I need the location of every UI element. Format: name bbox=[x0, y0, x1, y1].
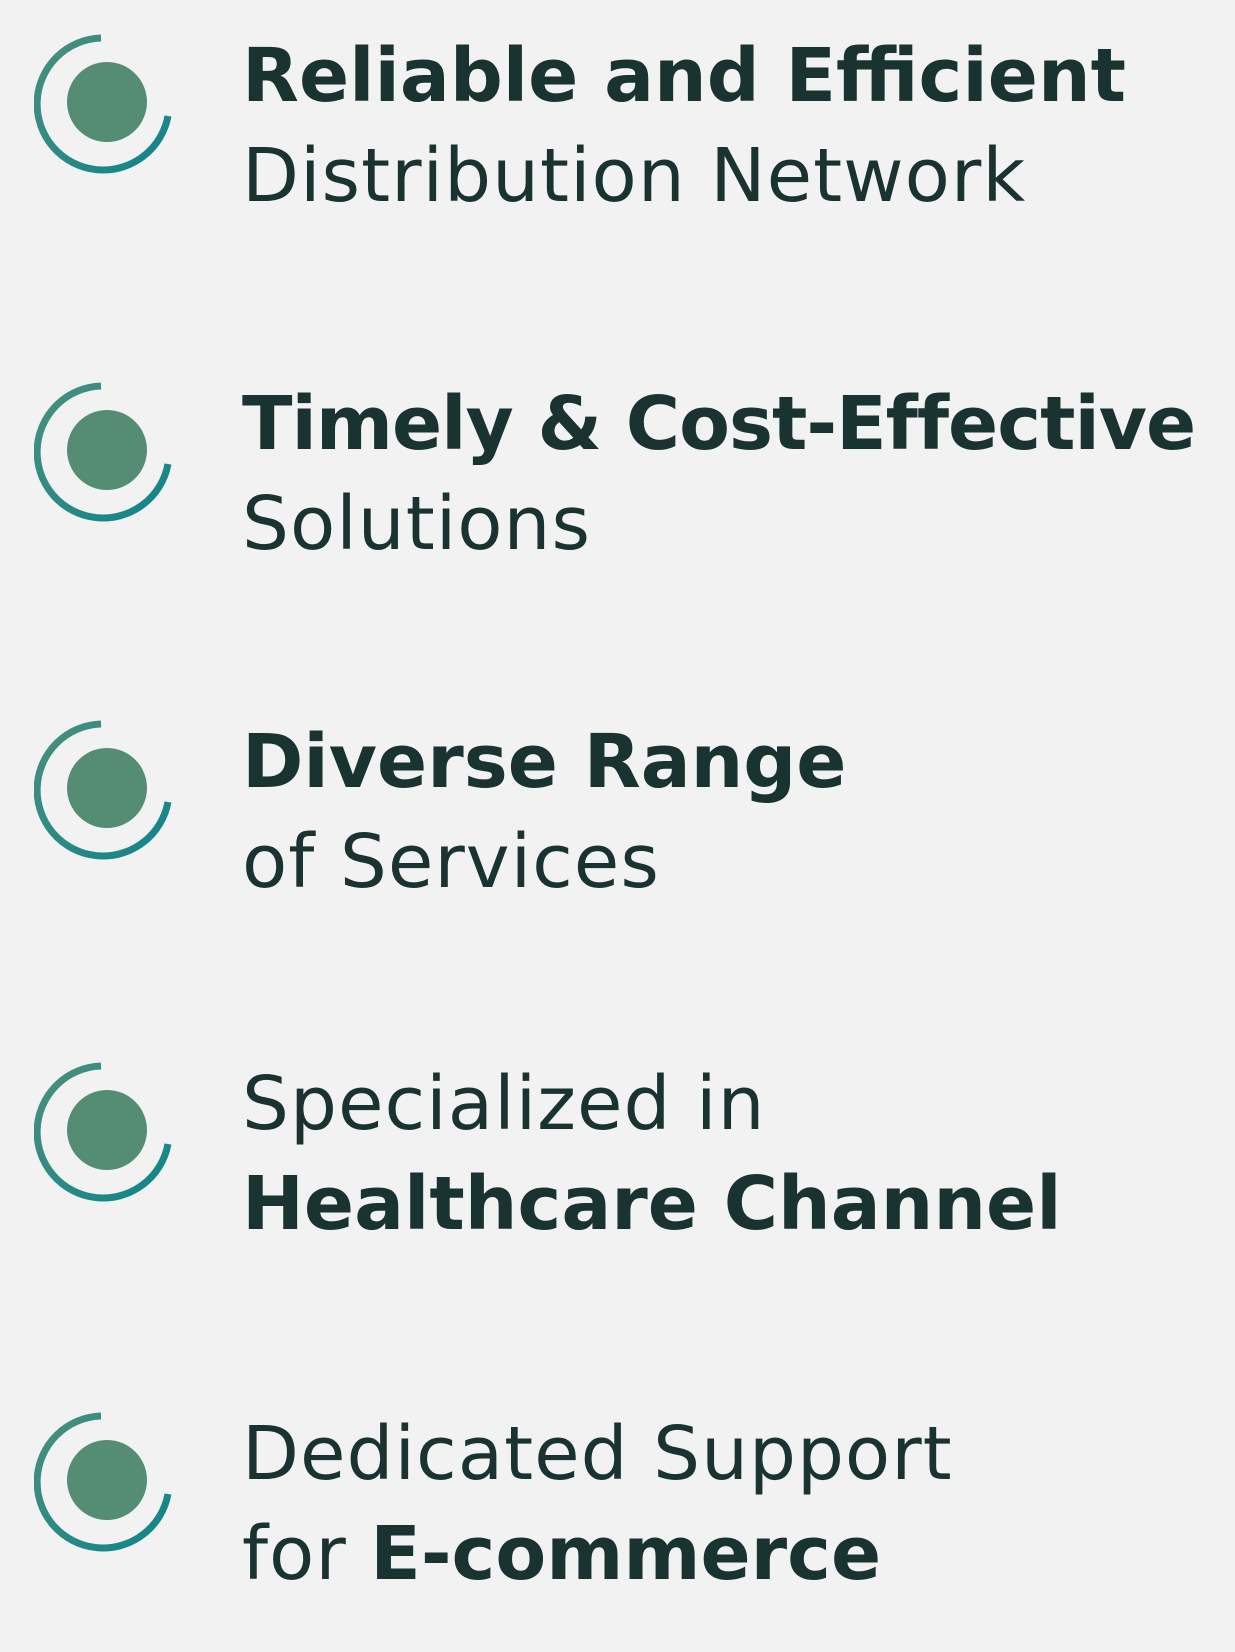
feature-title: Healthcare Channel bbox=[242, 1161, 1062, 1247]
feature-title: Diverse Range bbox=[242, 719, 847, 805]
target-ring-icon bbox=[34, 30, 180, 176]
target-ring-icon bbox=[34, 716, 180, 862]
feature-item-healthcare: Specialized in Healthcare Channel bbox=[0, 1042, 1235, 1302]
feature-subtitle-prefix: for bbox=[242, 1511, 347, 1597]
feature-title-line: for E-commerce bbox=[242, 1504, 1232, 1604]
feature-text: Dedicated Support for E-commerce bbox=[242, 1404, 1232, 1604]
feature-item-distribution: Reliable and Efficient Distribution Netw… bbox=[0, 14, 1235, 274]
feature-subtitle: Specialized in bbox=[242, 1061, 766, 1147]
feature-text: Specialized in Healthcare Channel bbox=[242, 1054, 1232, 1254]
feature-text: Timely & Cost-Effective Solutions bbox=[242, 374, 1232, 574]
feature-title: Timely & Cost-Effective bbox=[242, 381, 1196, 467]
feature-subtitle: Dedicated Support bbox=[242, 1411, 953, 1497]
feature-item-ecommerce: Dedicated Support for E-commerce bbox=[0, 1392, 1235, 1652]
feature-subtitle: of Services bbox=[242, 819, 660, 905]
feature-text: Reliable and Efficient Distribution Netw… bbox=[242, 26, 1232, 226]
feature-subtitle: Solutions bbox=[242, 481, 592, 567]
feature-list: Reliable and Efficient Distribution Netw… bbox=[0, 0, 1235, 1597]
feature-subtitle: Distribution Network bbox=[242, 133, 1027, 219]
feature-item-services: Diverse Range of Services bbox=[0, 700, 1235, 960]
feature-text: Diverse Range of Services bbox=[242, 712, 1232, 912]
target-ring-icon bbox=[34, 1408, 180, 1554]
target-ring-icon bbox=[34, 1058, 180, 1204]
feature-title: Reliable and Efficient bbox=[242, 33, 1127, 119]
feature-title: E-commerce bbox=[370, 1511, 882, 1597]
feature-item-solutions: Timely & Cost-Effective Solutions bbox=[0, 362, 1235, 622]
target-ring-icon bbox=[34, 378, 180, 524]
